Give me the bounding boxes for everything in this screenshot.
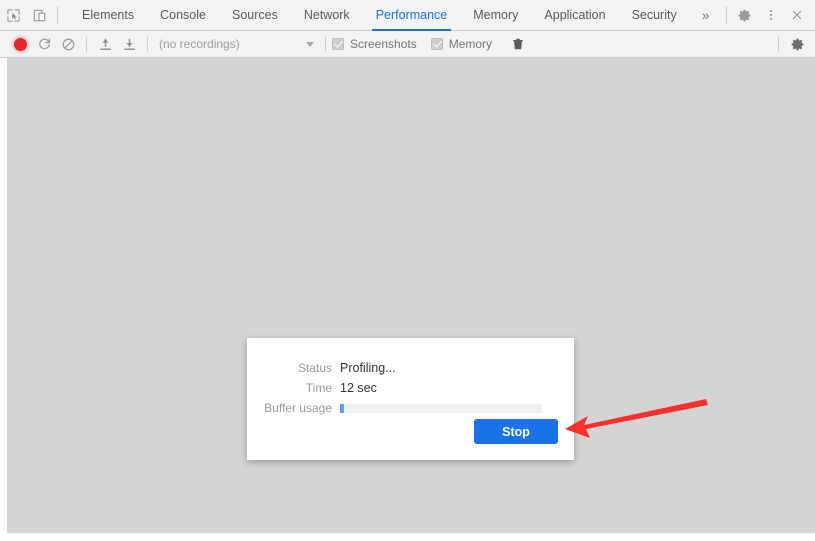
tab-elements[interactable]: Elements xyxy=(69,0,147,31)
recordings-dropdown-value: (no recordings) xyxy=(159,37,240,51)
tabbar-divider xyxy=(57,6,58,24)
inspect-element-icon[interactable] xyxy=(0,2,26,28)
tab-label: Sources xyxy=(231,8,278,22)
checkbox-check-icon xyxy=(332,38,344,50)
tab-label: Console xyxy=(160,8,206,22)
collect-garbage-trash-icon[interactable] xyxy=(506,33,530,55)
buffer-usage-progressbar xyxy=(340,403,542,413)
controlbar-divider-4 xyxy=(778,36,779,52)
status-label: Status xyxy=(297,361,332,375)
tabbar-right-controls xyxy=(721,2,815,28)
devtools-window: Elements Console Sources Network Perform… xyxy=(0,0,815,541)
status-value: Profiling... xyxy=(340,361,396,375)
performance-main-panel xyxy=(7,58,815,533)
chevron-down-icon xyxy=(306,41,314,47)
record-button[interactable] xyxy=(8,33,32,55)
save-profile-button[interactable] xyxy=(117,33,141,55)
panel-tabs: Elements Console Sources Network Perform… xyxy=(69,0,690,31)
recordings-dropdown[interactable]: (no recordings) xyxy=(154,37,319,51)
tab-security[interactable]: Security xyxy=(619,0,690,31)
screenshots-checkbox[interactable]: Screenshots xyxy=(332,37,417,51)
memory-checkbox[interactable]: Memory xyxy=(430,37,493,51)
controlbar-divider-3 xyxy=(325,36,326,52)
tab-sources[interactable]: Sources xyxy=(219,0,291,31)
screenshots-checkbox-label: Screenshots xyxy=(350,37,417,51)
tab-application[interactable]: Application xyxy=(531,0,618,31)
time-row: Time 12 sec xyxy=(247,379,574,397)
tab-network[interactable]: Network xyxy=(291,0,363,31)
controlbar-divider-1 xyxy=(86,36,87,52)
tabbar-right-divider xyxy=(725,6,727,24)
buffer-usage-progress-fill xyxy=(340,403,345,413)
record-indicator-dot xyxy=(13,37,27,51)
device-toolbar-icon[interactable] xyxy=(26,2,52,28)
controlbar-divider-2 xyxy=(147,36,148,52)
tab-label: Network xyxy=(303,8,350,22)
performance-control-bar: (no recordings) Screenshots Memory xyxy=(0,31,815,58)
tab-label: Application xyxy=(544,8,606,22)
buffer-usage-row: Buffer usage xyxy=(247,399,574,417)
tab-label: Performance xyxy=(375,8,448,22)
close-icon[interactable] xyxy=(784,2,810,28)
load-profile-button[interactable] xyxy=(93,33,117,55)
profiling-status-rows: Status Profiling... Time 12 sec Buffer u… xyxy=(247,359,574,419)
checkbox-check-icon xyxy=(430,38,443,50)
time-value: 12 sec xyxy=(340,381,377,395)
time-label: Time xyxy=(305,381,332,395)
profiling-status-dialog: Status Profiling... Time 12 sec Buffer u… xyxy=(247,338,574,460)
tab-performance[interactable]: Performance xyxy=(363,0,461,31)
status-row: Status Profiling... xyxy=(247,359,574,377)
more-tabs-chevron-icon[interactable]: » xyxy=(690,8,721,22)
tab-label: Security xyxy=(631,8,677,22)
stop-button-label: Stop xyxy=(502,424,530,439)
clear-recording-button[interactable] xyxy=(56,33,80,55)
tab-memory[interactable]: Memory xyxy=(460,0,531,31)
reload-and-record-button[interactable] xyxy=(32,33,56,55)
tab-label: Elements xyxy=(82,8,135,22)
capture-settings-gear-icon[interactable] xyxy=(785,33,809,55)
gear-icon[interactable] xyxy=(732,2,758,28)
more-options-kebab-icon[interactable] xyxy=(758,2,784,28)
tab-label: Memory xyxy=(473,8,519,22)
tab-console[interactable]: Console xyxy=(147,0,219,31)
stop-button[interactable]: Stop xyxy=(474,419,558,444)
devtools-tabbar: Elements Console Sources Network Perform… xyxy=(0,0,815,31)
controlbar-right-controls xyxy=(772,33,815,55)
memory-checkbox-label: Memory xyxy=(448,37,493,51)
buffer-usage-label: Buffer usage xyxy=(264,401,332,415)
